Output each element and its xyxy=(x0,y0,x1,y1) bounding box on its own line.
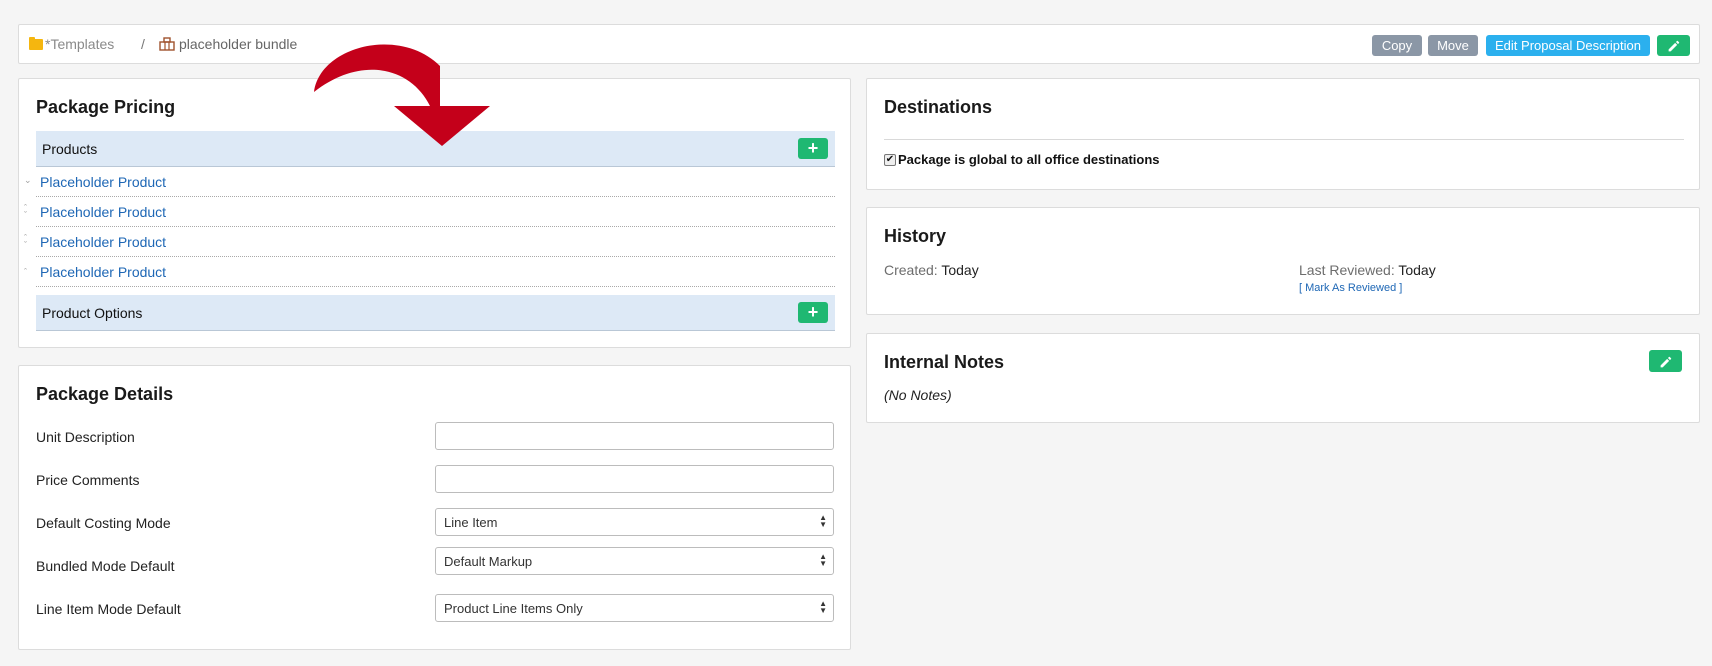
default-costing-mode-select[interactable]: Line Item ▲ ▼ xyxy=(435,508,834,536)
add-product-button[interactable]: + xyxy=(798,138,828,159)
bundled-mode-default-label: Bundled Mode Default xyxy=(36,558,175,574)
product-row: ˆˇ Placeholder Product xyxy=(24,227,835,257)
last-reviewed-label: Last Reviewed: xyxy=(1299,262,1395,278)
product-row: ˆˇ Placeholder Product xyxy=(24,197,835,227)
product-link[interactable]: Placeholder Product xyxy=(40,264,166,280)
global-destinations-row: ✔ Package is global to all office destin… xyxy=(884,152,1160,167)
edit-notes-button[interactable] xyxy=(1649,350,1682,372)
internal-notes-title: Internal Notes xyxy=(884,352,1005,372)
line-item-mode-default-value: Product Line Items Only xyxy=(444,601,583,616)
select-arrows-icon: ▲ ▼ xyxy=(819,552,827,568)
history-title: History xyxy=(884,226,947,246)
default-costing-mode-value: Line Item xyxy=(444,515,498,530)
created-label: Created: xyxy=(884,262,938,278)
default-costing-mode-label: Default Costing Mode xyxy=(36,515,171,531)
product-row: ⌄ Placeholder Product xyxy=(24,167,835,197)
global-destinations-checkbox[interactable]: ✔ xyxy=(884,153,896,166)
last-reviewed-row: Last Reviewed: Today xyxy=(1299,262,1436,278)
select-arrows-icon: ▲ ▼ xyxy=(819,513,827,529)
sort-updown-icon[interactable]: ˆˇ xyxy=(24,234,32,251)
breadcrumb-folder[interactable]: *Templates xyxy=(29,36,114,52)
add-product-option-button[interactable]: + xyxy=(798,302,828,323)
red-arrow-annotation xyxy=(314,44,490,147)
bundled-mode-default-select[interactable]: Default Markup ▲ ▼ xyxy=(435,547,834,575)
internal-notes-card: Internal Notes (No Notes) xyxy=(866,333,1700,423)
destinations-card: Destinations ✔ Package is global to all … xyxy=(866,78,1700,190)
package-details-card: Package Details Unit Description Price C… xyxy=(18,365,851,650)
sort-up-icon[interactable]: ˆ xyxy=(24,268,32,285)
pencil-icon xyxy=(1660,356,1672,367)
line-item-mode-default-label: Line Item Mode Default xyxy=(36,601,181,617)
global-destinations-label: Package is global to all office destinat… xyxy=(898,152,1160,167)
breadcrumb-separator: / xyxy=(141,36,145,52)
package-details-title: Package Details xyxy=(36,384,174,404)
sort-updown-icon[interactable]: ˆˇ xyxy=(24,204,32,221)
select-arrows-icon: ▲ ▼ xyxy=(819,599,827,615)
breadcrumb-bundle: placeholder bundle xyxy=(159,36,297,52)
edit-button[interactable] xyxy=(1657,35,1690,56)
package-pricing-title: Package Pricing xyxy=(36,97,176,117)
breadcrumb-bar: *Templates / placeholder bundle Copy Mov… xyxy=(18,24,1700,64)
breadcrumb-bundle-label: placeholder bundle xyxy=(179,36,298,52)
unit-description-label: Unit Description xyxy=(36,429,135,445)
copy-button[interactable]: Copy xyxy=(1372,35,1422,56)
products-label: Products xyxy=(42,141,98,157)
breadcrumb-folder-label[interactable]: *Templates xyxy=(45,36,114,52)
created-value: Today xyxy=(941,262,979,278)
move-button[interactable]: Move xyxy=(1428,35,1478,56)
sort-down-icon[interactable]: ⌄ xyxy=(24,176,32,193)
divider xyxy=(884,139,1684,140)
line-item-mode-default-select[interactable]: Product Line Items Only ▲ ▼ xyxy=(435,594,834,622)
notes-text: (No Notes) xyxy=(884,387,952,403)
bundled-mode-default-value: Default Markup xyxy=(444,554,533,569)
pencil-icon xyxy=(1668,40,1680,52)
unit-description-input[interactable] xyxy=(435,422,834,450)
product-row: ˆ Placeholder Product xyxy=(24,257,835,287)
product-options-label: Product Options xyxy=(42,305,143,321)
product-link[interactable]: Placeholder Product xyxy=(40,204,166,220)
product-link[interactable]: Placeholder Product xyxy=(40,174,166,190)
mark-as-reviewed-link[interactable]: [ Mark As Reviewed ] xyxy=(1299,282,1402,294)
folder-icon xyxy=(29,36,43,50)
created-row: Created: Today xyxy=(884,262,979,278)
price-comments-input[interactable] xyxy=(435,465,834,493)
product-link[interactable]: Placeholder Product xyxy=(40,234,166,250)
bundle-icon xyxy=(159,37,175,51)
last-reviewed-value: Today xyxy=(1398,262,1436,278)
product-options-section-header: Product Options + xyxy=(36,295,835,331)
history-card: History Created: Today Last Reviewed: To… xyxy=(866,207,1700,315)
edit-proposal-description-button[interactable]: Edit Proposal Description xyxy=(1486,35,1650,56)
destinations-title: Destinations xyxy=(884,97,993,117)
price-comments-label: Price Comments xyxy=(36,472,140,488)
